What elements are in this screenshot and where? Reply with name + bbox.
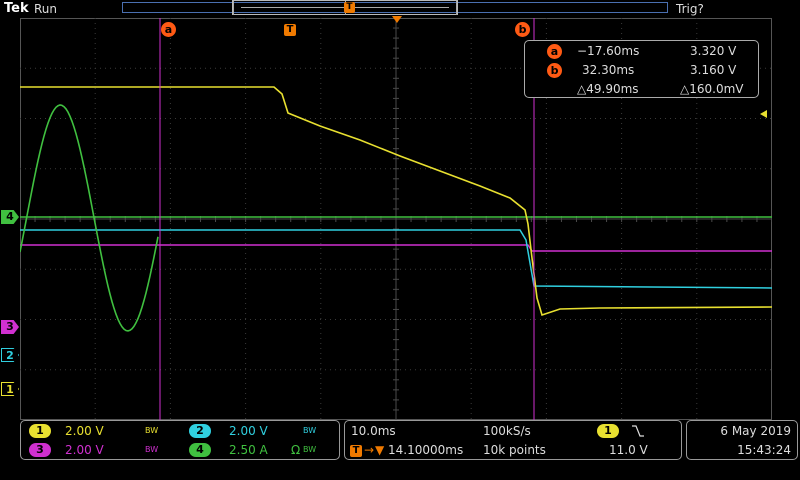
datetime-panel: 6 May 2019 15:43:24 bbox=[686, 420, 798, 460]
cursor-b-time: 32.30ms bbox=[582, 63, 635, 77]
trigger-status: Trig? bbox=[676, 2, 704, 16]
cursor-a-label[interactable]: a bbox=[161, 22, 176, 37]
cursor-b-value: 3.160 V bbox=[690, 63, 737, 77]
time: 15:43:24 bbox=[737, 443, 791, 457]
ch1-badge[interactable]: 1 bbox=[29, 424, 51, 438]
ch4-badge[interactable]: 4 bbox=[189, 443, 211, 457]
date: 6 May 2019 bbox=[720, 424, 791, 438]
ch1-scale[interactable]: 2.00 V bbox=[65, 424, 104, 438]
ch4-scale[interactable]: 2.50 A bbox=[229, 443, 268, 457]
channel-settings-panel[interactable]: 1 2.00 V BW 2 2.00 V BW 3 2.00 V BW 4 2.… bbox=[20, 420, 340, 460]
ch4-termination-icon: Ω bbox=[291, 443, 301, 457]
ch1-bandwidth-icon: BW bbox=[145, 426, 159, 435]
ch4-bandwidth-icon: BW bbox=[303, 445, 317, 454]
cursor-delta-value: △160.0mV bbox=[680, 82, 744, 96]
trigger-position-marker: T bbox=[344, 2, 355, 13]
ch4-current-burst bbox=[20, 104, 159, 332]
ch3-badge[interactable]: 3 bbox=[29, 443, 51, 457]
ch1-ground-marker[interactable]: 1 bbox=[1, 382, 19, 396]
trigger-level-arrow[interactable] bbox=[760, 110, 767, 118]
record-length[interactable]: 10k points bbox=[483, 443, 546, 457]
readout-cursor-a-icon: a bbox=[547, 44, 562, 59]
readout-cursor-b-icon: b bbox=[547, 63, 562, 78]
trigger-position[interactable]: 14.10000ms bbox=[388, 443, 463, 457]
arrow-right-icon: → bbox=[364, 443, 375, 457]
ch2-ground-marker[interactable]: 2 bbox=[1, 348, 19, 362]
horizontal-trigger-panel[interactable]: 10.0ms 100kS/s T → ▼ 14.10000ms 10k poin… bbox=[344, 420, 682, 460]
zoom-window[interactable]: T bbox=[232, 0, 458, 15]
ch2-badge[interactable]: 2 bbox=[189, 424, 211, 438]
cursor-b-label[interactable]: b bbox=[515, 22, 530, 37]
arrow-down-icon: ▼ bbox=[375, 443, 385, 457]
cursor-delta-time: △49.90ms bbox=[577, 82, 639, 96]
trigger-level[interactable]: 11.0 V bbox=[609, 443, 648, 457]
settings-bar: 1 2.00 V BW 2 2.00 V BW 3 2.00 V BW 4 2.… bbox=[0, 420, 800, 480]
brand-logo: Tek bbox=[4, 1, 29, 16]
falling-edge-icon bbox=[632, 425, 644, 437]
cursor-readout: a −17.60ms 3.320 V b 32.30ms 3.160 V △49… bbox=[524, 40, 759, 98]
trigger-time-marker[interactable]: T bbox=[284, 24, 296, 36]
trigger-position-icon: T bbox=[350, 445, 362, 457]
trigger-time-arrow[interactable] bbox=[392, 16, 402, 23]
cursor-a-value: 3.320 V bbox=[690, 44, 737, 58]
ch3-bandwidth-icon: BW bbox=[145, 445, 159, 454]
trigger-source-badge[interactable]: 1 bbox=[597, 424, 619, 438]
ch2-bandwidth-icon: BW bbox=[303, 426, 317, 435]
ch2-scale[interactable]: 2.00 V bbox=[229, 424, 268, 438]
sample-rate: 100kS/s bbox=[483, 424, 531, 438]
ch4-ground-marker[interactable]: 4 bbox=[1, 210, 19, 224]
cursor-a-time: −17.60ms bbox=[577, 44, 640, 58]
ch3-ground-marker[interactable]: 3 bbox=[1, 320, 19, 334]
acquisition-state[interactable]: Run bbox=[34, 2, 57, 16]
ch3-scale[interactable]: 2.00 V bbox=[65, 443, 104, 457]
timebase-scale[interactable]: 10.0ms bbox=[351, 424, 396, 438]
